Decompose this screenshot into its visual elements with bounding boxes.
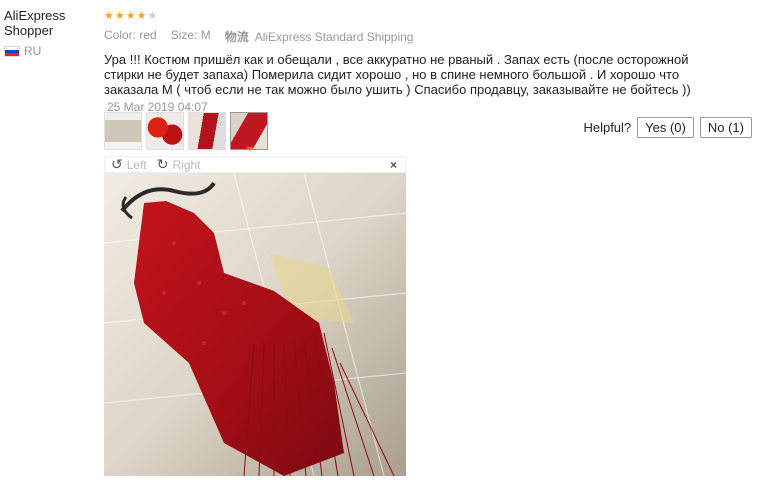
reviewer-info: AliExpress Shopper RU bbox=[4, 8, 96, 58]
helpful-yes-button[interactable]: Yes (0) bbox=[637, 117, 694, 138]
reviewer-country: RU bbox=[4, 44, 96, 58]
photo-thumbnail[interactable] bbox=[146, 112, 184, 150]
review-photo-thumbnails bbox=[104, 112, 268, 151]
photo-thumbnail-active[interactable] bbox=[230, 112, 268, 151]
helpful-no-button[interactable]: No (1) bbox=[699, 117, 752, 138]
photo-viewer-image bbox=[104, 173, 406, 476]
size-info: Size: M bbox=[170, 28, 211, 42]
country-code: RU bbox=[24, 44, 42, 58]
helpful-votes: Helpful? Yes (0) No (1) bbox=[583, 117, 752, 138]
review-text: Ура !!! Костюм пришёл как и обещали , вс… bbox=[104, 52, 691, 97]
color-info: Color: red bbox=[104, 28, 157, 42]
red-dress-photo bbox=[104, 173, 406, 476]
star-icon: ★ bbox=[147, 9, 158, 22]
helpful-label: Helpful? bbox=[583, 120, 632, 135]
rotate-right-icon[interactable]: ↻ bbox=[157, 156, 169, 173]
star-icon: ★ bbox=[114, 9, 125, 22]
photo-thumbnail[interactable] bbox=[104, 112, 142, 150]
photo-viewer-toolbar: ↺ Left ↻ Right × bbox=[104, 156, 406, 173]
reviewer-name: AliExpress Shopper bbox=[4, 8, 66, 38]
review-body: ★ ★ ★ ★ ★ Color: red Size: M 物流 AliExpres… bbox=[104, 8, 754, 114]
rotate-left-label[interactable]: Left bbox=[127, 158, 147, 172]
shipping-label: 物流 bbox=[224, 30, 249, 44]
photo-thumbnail[interactable] bbox=[188, 112, 226, 150]
rotate-left-icon[interactable]: ↺ bbox=[111, 156, 123, 173]
star-rating: ★ ★ ★ ★ ★ bbox=[104, 8, 754, 24]
shipping-info: 物流 AliExpress Standard Shipping bbox=[225, 28, 414, 45]
rotate-right-label[interactable]: Right bbox=[172, 158, 200, 172]
star-icon: ★ bbox=[125, 9, 136, 22]
close-icon[interactable]: × bbox=[390, 158, 397, 172]
shipping-method: AliExpress Standard Shipping bbox=[254, 30, 414, 44]
russia-flag-icon bbox=[4, 45, 20, 57]
star-icon: ★ bbox=[104, 9, 114, 22]
star-icon: ★ bbox=[136, 9, 147, 22]
order-meta: Color: red Size: M 物流 AliExpress Standard… bbox=[104, 28, 754, 45]
